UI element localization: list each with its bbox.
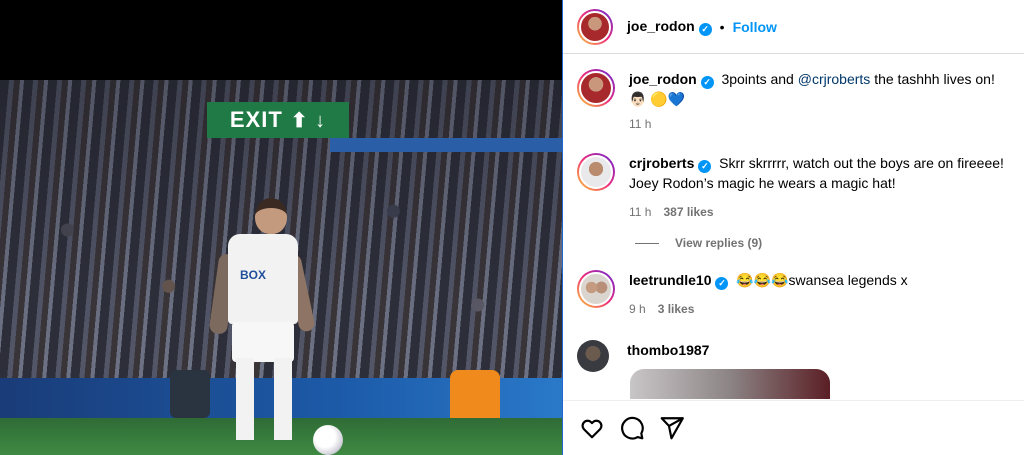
list-item: joe_rodon ✓ 3points and @crjroberts the t… [577, 69, 1009, 131]
post-media[interactable]: EXIT ⬆ ↓ BOX [0, 0, 562, 455]
avatar[interactable] [577, 8, 613, 45]
steward [450, 370, 500, 420]
instagram-post-window: EXIT ⬆ ↓ BOX joe_rodon ✓ • Follow joe_ro… [0, 0, 1024, 455]
comment-username[interactable]: leetrundle10 [629, 272, 711, 288]
exit-sign: EXIT ⬆ ↓ [207, 102, 349, 138]
verified-badge-icon: ✓ [698, 160, 712, 173]
comment-text: thombo1987 [627, 340, 1007, 360]
player-shirt: BOX [228, 234, 298, 324]
comment-meta: 11 h [629, 117, 1009, 131]
list-item: crjroberts ✓ Skrr skrrrrr, watch out the … [577, 153, 1009, 219]
exit-arrow-icon: ⬆ ↓ [290, 109, 327, 132]
verified-badge-icon: ✓ [715, 277, 729, 290]
comments-list[interactable]: joe_rodon ✓ 3points and @crjroberts the t… [563, 55, 1024, 399]
action-bar [563, 400, 1024, 455]
player-leg [274, 358, 292, 440]
list-item: leetrundle10 ✓ 😂😂😂swansea legends x 9 h 3… [577, 270, 1009, 316]
comment-time[interactable]: 11 h [629, 205, 651, 219]
replies-divider [635, 242, 659, 244]
comment-text: crjroberts ✓ Skrr skrrrrr, watch out the … [629, 155, 1004, 191]
comment-likes[interactable]: 387 likes [663, 205, 713, 219]
comment-text: leetrundle10 ✓ 😂😂😂swansea legends x [629, 272, 908, 290]
comment-image-preview[interactable] [630, 369, 830, 399]
avatar[interactable] [577, 270, 615, 308]
comment-time[interactable]: 11 h [629, 117, 651, 131]
shirt-sponsor: BOX [240, 268, 267, 282]
avatar[interactable] [577, 69, 615, 107]
heart-icon[interactable] [579, 415, 605, 441]
comment-meta: 9 h 3 likes [629, 302, 1009, 316]
verified-badge-icon: ✓ [700, 76, 714, 89]
comment-username[interactable]: crjroberts [629, 155, 694, 171]
list-item: thombo1987 [577, 340, 1007, 372]
player-shorts [232, 322, 294, 362]
post-photo: EXIT ⬆ ↓ BOX [0, 80, 562, 455]
stand-band [330, 138, 562, 152]
share-icon[interactable] [659, 415, 685, 441]
football [313, 425, 343, 455]
exit-sign-text: EXIT [229, 107, 283, 132]
camera-operator [170, 370, 210, 418]
player: BOX [208, 198, 316, 455]
follow-button[interactable]: Follow [733, 19, 777, 35]
verified-badge-icon: ✓ [698, 22, 712, 36]
mention-link[interactable]: @crjroberts [798, 71, 871, 87]
comment-meta: 11 h 387 likes [629, 205, 1009, 219]
view-replies-button[interactable]: View replies (9) [635, 236, 762, 250]
post-side-panel: joe_rodon ✓ • Follow joe_rodon ✓ 3points a… [562, 0, 1024, 455]
comment-time[interactable]: 9 h [629, 302, 646, 316]
avatar[interactable] [577, 153, 615, 191]
comment-icon[interactable] [619, 415, 645, 441]
post-header: joe_rodon ✓ • Follow [563, 0, 1024, 54]
separator-dot: • [719, 18, 725, 35]
header-username[interactable]: joe_rodon ✓ [627, 18, 712, 36]
avatar[interactable] [577, 340, 609, 372]
comment-likes[interactable]: 3 likes [658, 302, 695, 316]
comment-text: joe_rodon ✓ 3points and @crjroberts the t… [629, 71, 995, 107]
comment-username[interactable]: thombo1987 [627, 342, 709, 358]
player-leg [236, 358, 254, 440]
player-head [255, 198, 287, 234]
comment-username[interactable]: joe_rodon [629, 71, 697, 87]
